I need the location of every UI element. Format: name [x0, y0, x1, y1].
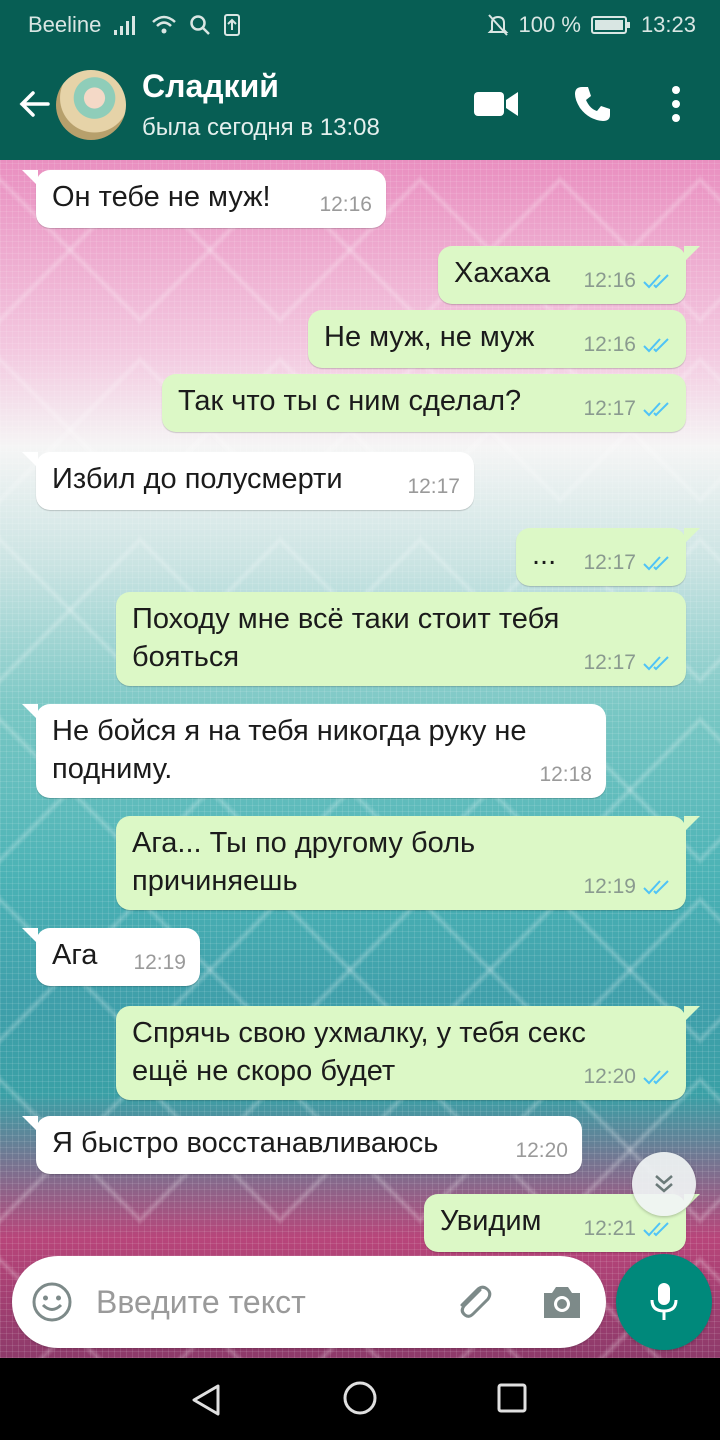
read-ticks-icon [643, 338, 669, 353]
message-input[interactable] [96, 1282, 426, 1322]
read-ticks-icon [643, 880, 669, 895]
message-text: Ага... Ты по другому боль причиняешь [132, 827, 484, 897]
upload-icon [224, 14, 241, 36]
emoji-icon[interactable] [30, 1280, 74, 1324]
scroll-to-bottom-button[interactable] [632, 1152, 696, 1216]
status-bar: Beeline 100 % 13:23 [0, 0, 720, 48]
last-seen-status: была сегодня в 13:08 [142, 114, 380, 141]
message-time: 12:18 [539, 763, 592, 786]
read-ticks-icon [643, 556, 669, 571]
phone-icon[interactable] [572, 84, 612, 124]
nav-recents-icon[interactable] [496, 1382, 528, 1414]
chat-header: Сладкий была сегодня в 13:08 [0, 48, 720, 160]
message-text: ... [532, 539, 557, 571]
message-text: Увидим [440, 1205, 542, 1237]
message-text: Избил до полусмерти [52, 463, 343, 495]
read-ticks-icon [643, 402, 669, 417]
message-incoming[interactable]: Избил до полусмерти 12:17 [22, 452, 474, 510]
message-outgoing[interactable]: Так что ты с ним сделал? 12:17 [162, 374, 686, 432]
message-time: 12:19 [133, 951, 186, 974]
read-ticks-icon [643, 274, 669, 289]
contact-name[interactable]: Сладкий [142, 68, 279, 105]
message-time: 12:17 [583, 397, 636, 420]
message-text: Я быстро восстанавливаюсь [52, 1127, 439, 1159]
carrier-label: Beeline [28, 12, 102, 37]
message-time: 12:19 [583, 875, 636, 898]
signal-icon [114, 16, 136, 35]
system-nav-bar [0, 1358, 720, 1440]
message-incoming[interactable]: Ага 12:19 [22, 928, 200, 986]
message-composer [12, 1256, 606, 1348]
message-incoming[interactable]: Он тебе не муж! 12:16 [22, 170, 386, 228]
more-vert-icon[interactable] [664, 82, 688, 126]
video-call-icon[interactable] [472, 86, 520, 122]
back-arrow-icon[interactable] [14, 84, 54, 124]
read-ticks-icon [643, 656, 669, 671]
message-text: Так что ты с ним сделал? [178, 385, 522, 417]
mic-icon [650, 1283, 678, 1320]
message-time: 12:16 [583, 269, 636, 292]
message-time: 12:17 [583, 551, 636, 574]
mute-icon [487, 14, 508, 36]
message-outgoing[interactable]: Хахаха 12:16 [438, 246, 700, 304]
battery-percent: 100 % [518, 12, 581, 37]
message-time: 12:20 [583, 1065, 636, 1088]
message-incoming[interactable]: Я быстро восстанавливаюсь 12:20 [22, 1116, 582, 1174]
message-text: Хахаха [454, 257, 551, 289]
search-icon [190, 15, 211, 35]
chat-messages[interactable]: Он тебе не муж! 12:16 Хахаха 12:16 Не му… [0, 160, 720, 1358]
voice-record-button[interactable] [616, 1254, 712, 1350]
wifi-icon [152, 15, 177, 34]
message-time: 12:20 [515, 1139, 568, 1162]
message-incoming[interactable]: Не бойся я на тебя никогда руку не подни… [22, 704, 606, 798]
message-outgoing[interactable]: Не муж, не муж 12:16 [308, 310, 686, 368]
message-text: Не муж, не муж [324, 321, 535, 353]
double-chevron-down-icon [655, 1175, 673, 1193]
message-text: Ага [52, 939, 98, 971]
nav-back-icon[interactable] [188, 1382, 224, 1418]
avatar[interactable] [56, 70, 126, 140]
message-outgoing[interactable]: Ага... Ты по другому боль причиняешь 12:… [116, 816, 700, 910]
read-ticks-icon [643, 1222, 669, 1237]
message-time: 12:17 [407, 475, 460, 498]
message-outgoing[interactable]: Спрячь свою ухмалку, у тебя секс ещё не … [116, 1006, 700, 1100]
message-time: 12:16 [319, 193, 372, 216]
message-time: 12:16 [583, 333, 636, 356]
camera-icon[interactable] [540, 1282, 584, 1322]
nav-home-icon[interactable] [342, 1380, 378, 1416]
message-text: Не бойся я на тебя никогда руку не подни… [52, 715, 535, 785]
message-text: Походу мне всё таки стоит тебя бояться [132, 603, 568, 673]
message-time: 12:17 [583, 651, 636, 674]
message-text: Спрячь свою ухмалку, у тебя секс ещё не … [132, 1017, 594, 1087]
message-text: Он тебе не муж! [52, 181, 271, 213]
clock: 13:23 [640, 12, 696, 37]
read-ticks-icon [643, 1070, 669, 1085]
message-time: 12:21 [583, 1217, 636, 1240]
battery-icon [590, 16, 630, 34]
message-outgoing[interactable]: ... 12:17 [516, 528, 700, 586]
message-outgoing[interactable]: Походу мне всё таки стоит тебя бояться 1… [116, 592, 686, 686]
paperclip-icon[interactable] [450, 1278, 498, 1326]
